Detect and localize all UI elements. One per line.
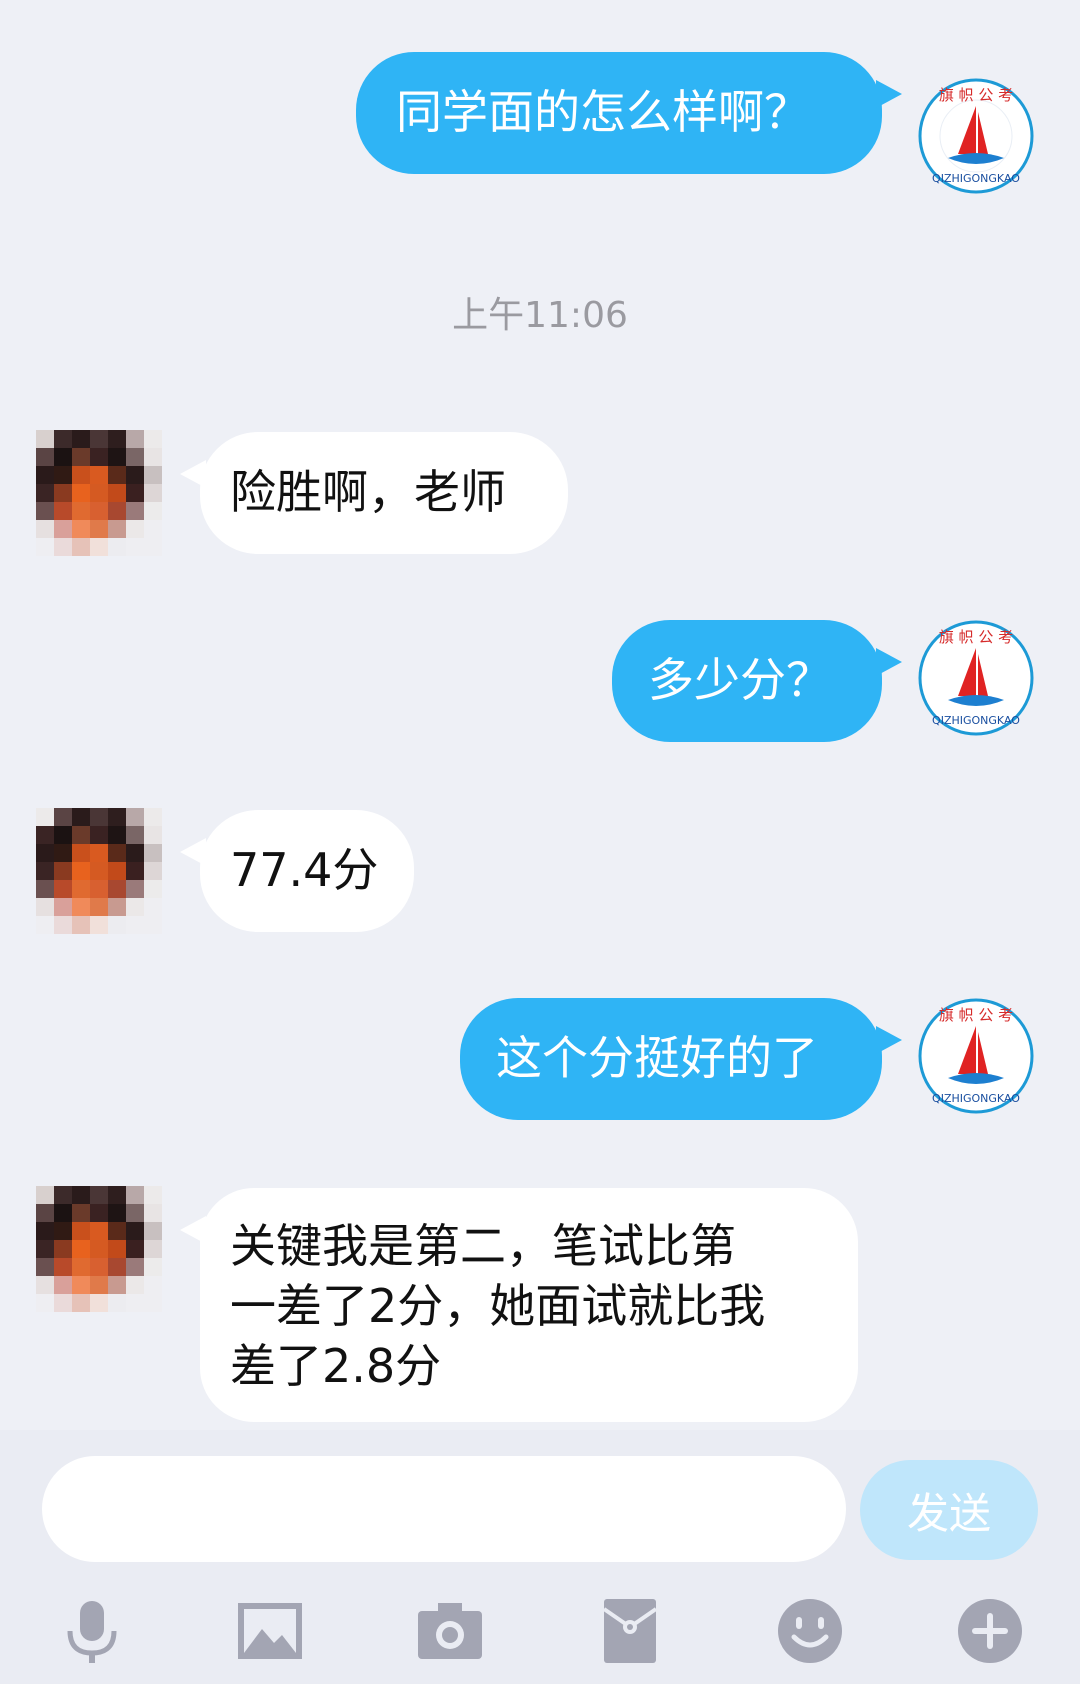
emoji-icon[interactable] bbox=[774, 1595, 846, 1667]
outgoing-message[interactable]: 同学面的怎么样啊？ bbox=[356, 52, 902, 174]
svg-text:旗 帜 公 考: 旗 帜 公 考 bbox=[939, 1006, 1013, 1024]
plus-icon[interactable] bbox=[954, 1595, 1026, 1667]
user-avatar-pixelated[interactable] bbox=[36, 808, 162, 934]
svg-text:QIZHIGONGKAO: QIZHIGONGKAO bbox=[932, 172, 1020, 185]
incoming-message[interactable]: 险胜啊，老师 bbox=[180, 432, 568, 554]
image-icon[interactable] bbox=[234, 1595, 306, 1667]
outgoing-message[interactable]: 这个分挺好的了 bbox=[460, 998, 902, 1120]
svg-text:QIZHIGONGKAO: QIZHIGONGKAO bbox=[932, 1092, 1020, 1105]
user-avatar-pixelated[interactable] bbox=[36, 1186, 162, 1312]
message-timestamp: 上午11:06 bbox=[452, 295, 628, 336]
message-line: 差了2.8分 bbox=[230, 1339, 442, 1393]
qizhi-logo-avatar[interactable]: 旗 帜 公 考 QIZHIGONGKAO bbox=[918, 620, 1034, 736]
message-line: 一差了2分，她面试就比我 bbox=[230, 1279, 766, 1333]
svg-text:旗 帜 公 考: 旗 帜 公 考 bbox=[939, 628, 1013, 646]
outgoing-message[interactable]: 多少分？ bbox=[612, 620, 902, 742]
user-avatar-pixelated[interactable] bbox=[36, 430, 162, 556]
incoming-message[interactable]: 关键我是第二，笔试比第 一差了2分，她面试就比我 差了2.8分 bbox=[180, 1188, 858, 1422]
svg-text:旗 帜 公 考: 旗 帜 公 考 bbox=[939, 86, 1013, 104]
qizhi-logo-avatar[interactable]: 旗 帜 公 考 QIZHIGONGKAO bbox=[918, 998, 1034, 1114]
microphone-icon[interactable] bbox=[56, 1595, 128, 1667]
input-bar: 发送 bbox=[0, 1430, 1080, 1684]
send-button[interactable]: 发送 bbox=[860, 1460, 1038, 1560]
incoming-message[interactable]: 77.4分 bbox=[180, 810, 414, 932]
red-packet-icon[interactable] bbox=[594, 1595, 666, 1667]
camera-icon[interactable] bbox=[414, 1595, 486, 1667]
svg-text:QIZHIGONGKAO: QIZHIGONGKAO bbox=[932, 714, 1020, 727]
message-input[interactable] bbox=[42, 1456, 846, 1562]
qizhi-logo-avatar[interactable]: 旗 帜 公 考 QIZHIGONGKAO bbox=[918, 78, 1034, 194]
chat-area: 同学面的怎么样啊？ 旗 帜 公 考 QIZHIGONGKAO 上午11:06 险… bbox=[0, 0, 1080, 1430]
message-line: 关键我是第二，笔试比第 bbox=[230, 1219, 736, 1273]
